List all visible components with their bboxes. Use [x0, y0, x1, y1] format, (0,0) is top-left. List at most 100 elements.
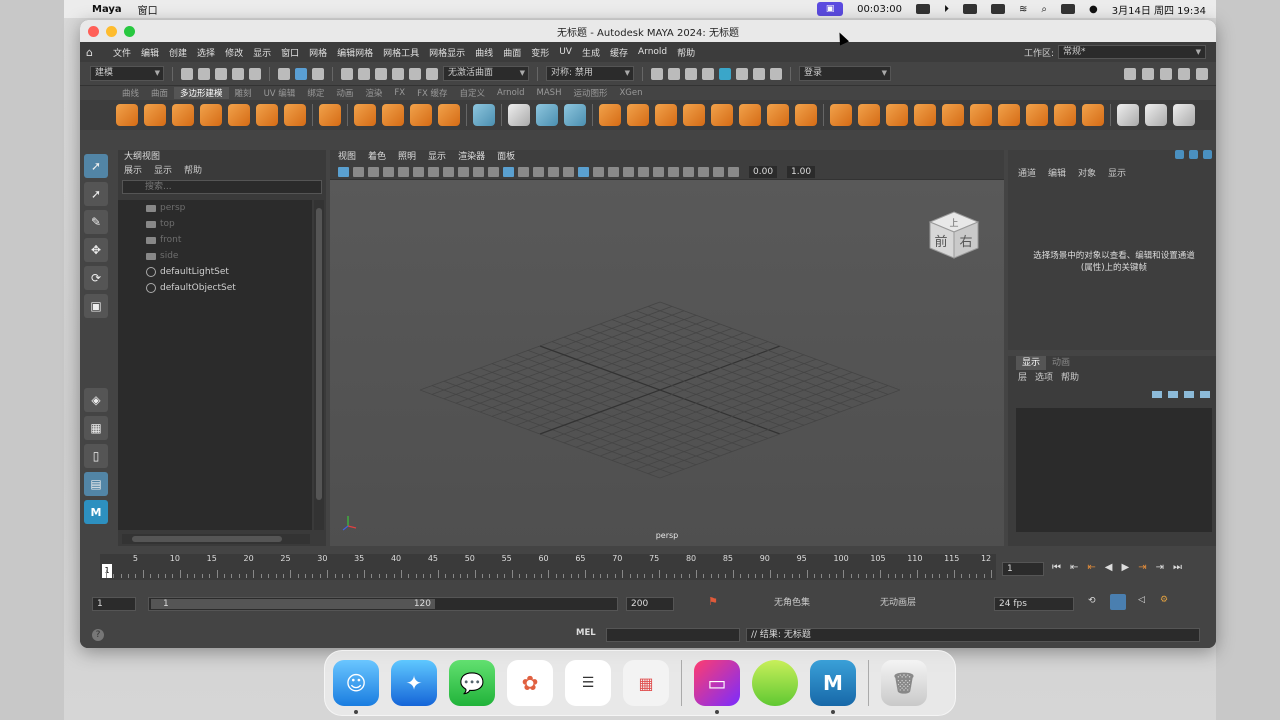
- triangulate-icon[interactable]: [970, 104, 992, 126]
- quad-draw-icon[interactable]: [1173, 104, 1195, 126]
- wedge-icon[interactable]: [1054, 104, 1076, 126]
- exposure-value[interactable]: 0.00: [749, 165, 778, 178]
- channel-box-menu-item[interactable]: 通道: [1018, 166, 1036, 179]
- poly-disc-icon[interactable]: [284, 104, 306, 126]
- screen-record-icon[interactable]: ▣: [817, 2, 844, 16]
- arnold-render-icon[interactable]: [736, 67, 748, 80]
- battery-icon[interactable]: [991, 4, 1005, 14]
- layer-tab-display[interactable]: 显示: [1016, 356, 1047, 370]
- workspace-select[interactable]: 常规*: [1058, 45, 1206, 59]
- current-frame-marker[interactable]: 1: [102, 564, 112, 578]
- menu-item[interactable]: 显示: [248, 46, 276, 59]
- step-back-frame-icon[interactable]: ⇤: [1087, 562, 1095, 573]
- view-cube[interactable]: 上 前 右: [926, 206, 982, 262]
- select-object-icon[interactable]: [295, 67, 307, 80]
- single-perspective-layout-icon[interactable]: ◈: [84, 388, 108, 412]
- textured-icon[interactable]: [563, 166, 574, 177]
- channel-box-toggle-icon[interactable]: [1175, 150, 1184, 159]
- character-set-select[interactable]: 无角色集: [774, 597, 854, 611]
- photos-icon[interactable]: ✿: [507, 660, 553, 706]
- modeling-toolkit-icon[interactable]: [1124, 67, 1136, 80]
- render-settings-icon[interactable]: [702, 67, 714, 80]
- scroll-thumb[interactable]: [316, 208, 322, 500]
- paint-select-tool-icon[interactable]: ✎: [84, 210, 108, 234]
- menu-item[interactable]: 网格显示: [424, 46, 470, 59]
- menubar-datetime[interactable]: 3月14日 周四 19:34: [1112, 2, 1206, 17]
- image-plane-icon[interactable]: [383, 166, 394, 177]
- chamfer-icon[interactable]: [1082, 104, 1104, 126]
- snap-surface-icon[interactable]: [409, 67, 421, 80]
- shelf-tab[interactable]: Arnold: [491, 88, 531, 98]
- shelf-tab[interactable]: 雕刻: [229, 87, 258, 99]
- isolate-select-icon[interactable]: [683, 166, 694, 177]
- channel-box-menu-item[interactable]: 对象: [1078, 166, 1096, 179]
- menu-item[interactable]: 修改: [220, 46, 248, 59]
- anim-layer-select[interactable]: 无动画层: [880, 597, 960, 611]
- menu-item[interactable]: 曲面: [498, 46, 526, 59]
- shelf-tab[interactable]: MASH: [531, 88, 568, 98]
- wireframe-on-shaded-icon[interactable]: [548, 166, 559, 177]
- finder-icon[interactable]: ☺: [333, 660, 379, 714]
- menu-item[interactable]: Arnold: [633, 47, 672, 57]
- modeling-toolkit-tab-icon[interactable]: [1189, 150, 1198, 159]
- select-tool-icon[interactable]: ➚: [84, 154, 108, 178]
- merge-icon[interactable]: [886, 104, 908, 126]
- select-component-icon[interactable]: [312, 67, 324, 80]
- command-input[interactable]: [606, 628, 740, 642]
- multi-cut-icon[interactable]: [1117, 104, 1139, 126]
- delete-history-icon[interactable]: [564, 104, 586, 126]
- character-controls-icon[interactable]: [1142, 67, 1154, 80]
- menubar-app-name[interactable]: Maya: [92, 4, 122, 15]
- poly-cylinder-icon[interactable]: [172, 104, 194, 126]
- layer-menu-item[interactable]: 层: [1018, 370, 1027, 386]
- save-scene-icon[interactable]: [215, 67, 227, 80]
- bookmark-icon[interactable]: [368, 166, 379, 177]
- play-backwards-icon[interactable]: ◀: [1105, 562, 1113, 573]
- shelf-tab[interactable]: FX 缓存: [411, 87, 453, 99]
- safe-title-icon[interactable]: [488, 166, 499, 177]
- bevel-icon[interactable]: [795, 104, 817, 126]
- viewport-menu-item[interactable]: 照明: [398, 150, 416, 164]
- launchpad-icon[interactable]: ▦: [623, 660, 669, 706]
- outliner-item[interactable]: top: [118, 216, 312, 232]
- status-app-icon[interactable]: [916, 4, 930, 14]
- outliner-layout-icon[interactable]: ▤: [84, 472, 108, 496]
- shelf-tab[interactable]: 绑定: [301, 87, 330, 99]
- scale-tool-icon[interactable]: ▣: [84, 294, 108, 318]
- move-tool-icon[interactable]: ✥: [84, 238, 108, 262]
- new-scene-icon[interactable]: [181, 67, 193, 80]
- camera-attributes-icon[interactable]: [353, 166, 364, 177]
- poly-sphere-icon[interactable]: [116, 104, 138, 126]
- playback-range[interactable]: 1 120: [151, 599, 435, 609]
- show-grid-icon[interactable]: [503, 166, 514, 177]
- cache-playback-icon[interactable]: [1110, 594, 1126, 610]
- menu-item[interactable]: 创建: [164, 46, 192, 59]
- layer-tab-anim[interactable]: 动画: [1046, 356, 1076, 370]
- channel-box-menu-item[interactable]: 显示: [1108, 166, 1126, 179]
- snap-view-icon[interactable]: [392, 67, 404, 80]
- tool-settings-icon[interactable]: [1178, 67, 1190, 80]
- depth-of-field-icon[interactable]: [668, 166, 679, 177]
- select-hierarchy-icon[interactable]: [278, 67, 290, 80]
- scroll-thumb[interactable]: [132, 536, 282, 542]
- platonic-solid-icon[interactable]: [319, 104, 341, 126]
- messages-icon[interactable]: 💬: [449, 660, 495, 706]
- menu-item[interactable]: 编辑: [136, 46, 164, 59]
- layer-menu-item[interactable]: 选项: [1035, 370, 1053, 386]
- shelf-tab[interactable]: UV 编辑: [258, 87, 302, 99]
- render-view-icon[interactable]: [753, 67, 765, 80]
- channel-box-menu-item[interactable]: 编辑: [1048, 166, 1066, 179]
- separate-icon[interactable]: [627, 104, 649, 126]
- step-back-key-icon[interactable]: ⇤: [1070, 562, 1078, 573]
- outliner-item[interactable]: persp: [118, 200, 312, 216]
- snap-curve-icon[interactable]: [358, 67, 370, 80]
- gate-mask-icon[interactable]: [443, 166, 454, 177]
- outliner-item[interactable]: front: [118, 232, 312, 248]
- animation-start-field[interactable]: 1: [92, 597, 136, 611]
- field-chart-icon[interactable]: [458, 166, 469, 177]
- snap-pivot-icon[interactable]: [426, 67, 438, 80]
- trash-icon[interactable]: 🗑: [881, 660, 927, 706]
- step-forward-key-icon[interactable]: ⇥: [1156, 562, 1164, 573]
- play-circle-icon[interactable]: ⏵: [944, 4, 949, 15]
- use-default-material-icon[interactable]: [578, 166, 589, 177]
